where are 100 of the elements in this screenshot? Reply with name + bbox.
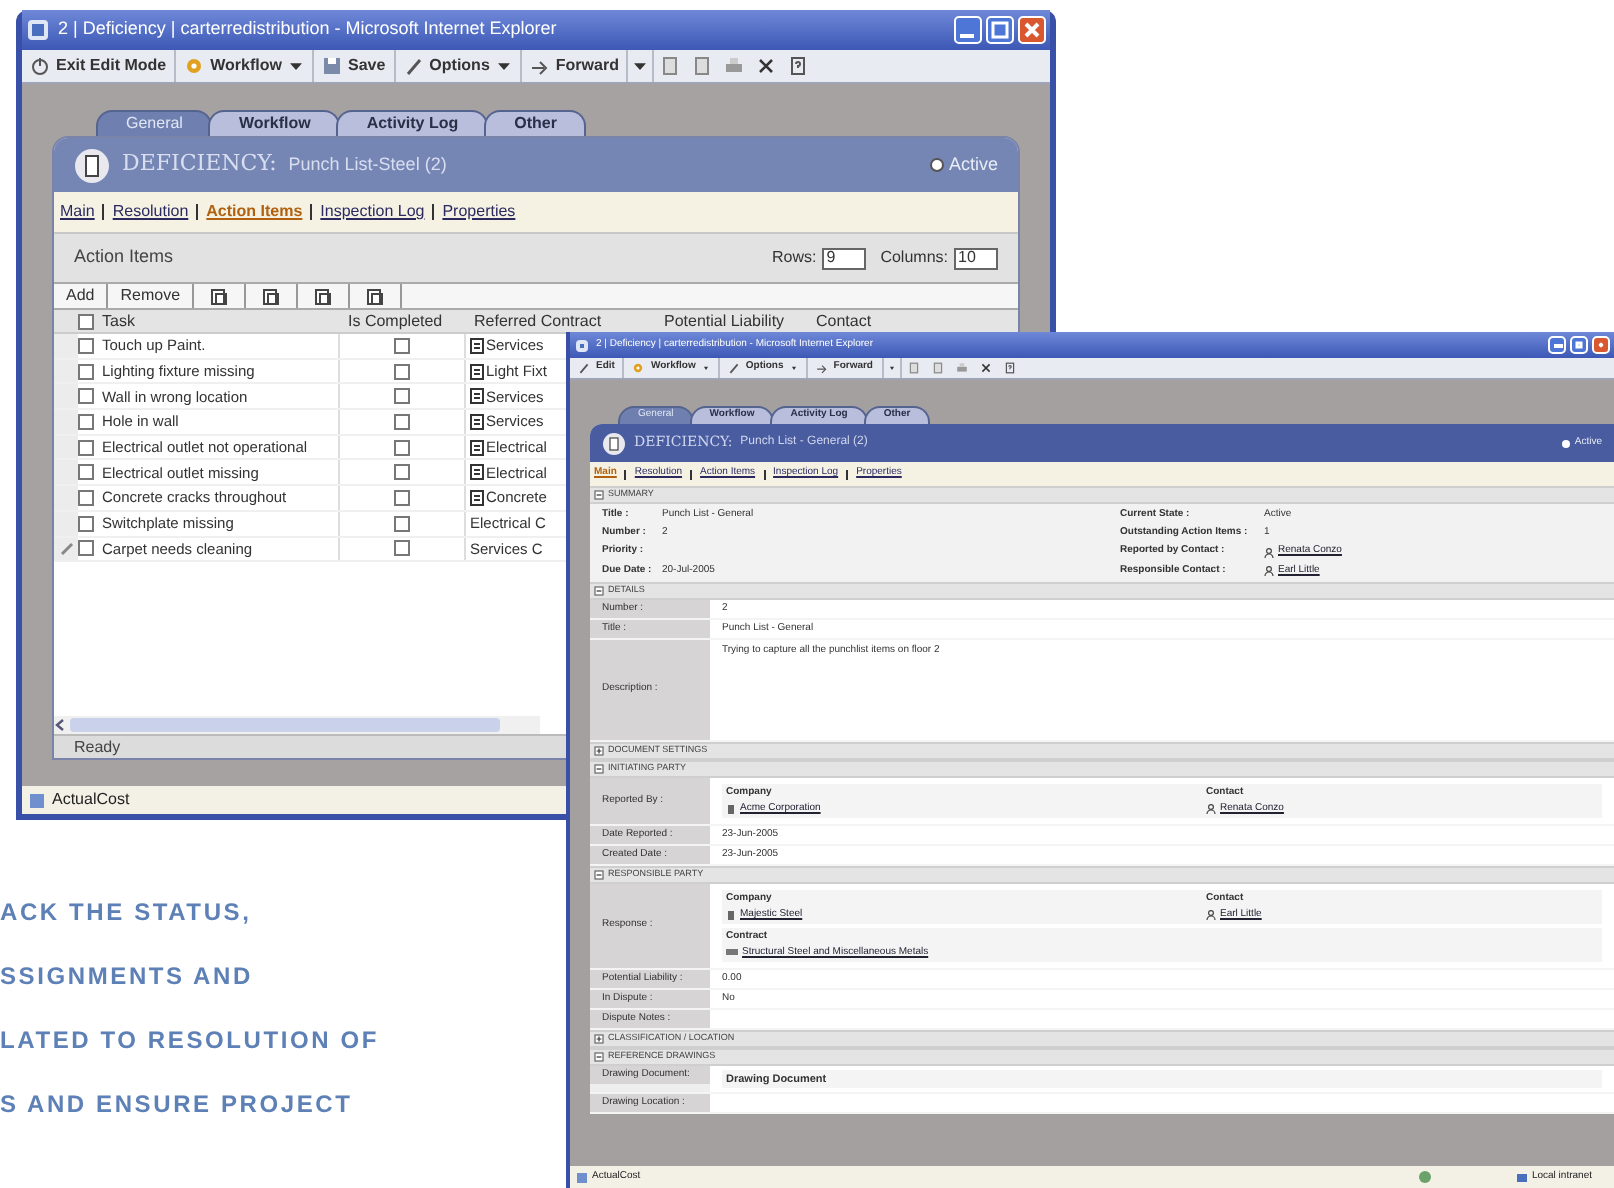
print-icon (724, 56, 745, 76)
page-icon (576, 1171, 588, 1183)
checkbox[interactable] (78, 363, 94, 380)
tab[interactable]: Activity Log (336, 110, 489, 136)
nav-link[interactable]: Action Items (206, 200, 303, 224)
state-label: Active (948, 151, 998, 178)
globe-icon (1417, 1170, 1432, 1184)
close-icon (979, 362, 991, 374)
checkbox[interactable] (78, 413, 94, 430)
pen-icon (727, 362, 740, 374)
checkbox[interactable] (78, 439, 94, 456)
checkbox[interactable] (78, 388, 94, 405)
rows-label: Rows: (771, 246, 817, 270)
toolbar-button[interactable]: Save (313, 50, 396, 82)
row-header-cell[interactable] (54, 435, 78, 459)
toolbar-button[interactable]: Workflow (176, 50, 314, 82)
document-icon (74, 147, 110, 183)
checkbox[interactable] (78, 540, 94, 557)
print-icon (955, 362, 967, 374)
checkbox[interactable] (394, 489, 410, 506)
window-icon (574, 337, 590, 353)
minimize-icon (954, 16, 982, 44)
arrow-icon (815, 362, 828, 374)
row-header-cell[interactable] (54, 511, 78, 535)
help-icon (788, 56, 809, 76)
toolbar-button[interactable]: Forward (521, 50, 629, 82)
page-icon (660, 56, 681, 76)
grid-status: Ready (74, 735, 121, 759)
caption-text: SSIGNMENTS AND (0, 962, 255, 992)
nav-link[interactable]: Resolution (112, 200, 189, 224)
checkbox[interactable] (394, 388, 410, 405)
checkbox[interactable] (78, 313, 94, 329)
dropdown-button[interactable] (628, 50, 655, 82)
window-title: 2 | Deficiency | carterredistribution - Microsoft Internet Explorer (58, 16, 557, 43)
horizontal-scrollbar[interactable] (54, 716, 540, 734)
row-header-cell[interactable] (54, 359, 78, 383)
caret-icon (495, 58, 512, 74)
checkbox[interactable] (394, 337, 410, 354)
row-header-cell[interactable] (54, 410, 78, 434)
checkbox[interactable] (394, 515, 410, 532)
building-icon (726, 803, 736, 814)
column-header: Referred Contract (472, 309, 604, 333)
column-header: Contact (814, 309, 874, 333)
column-header: Task (102, 309, 135, 333)
state-dot-icon (930, 158, 945, 172)
row-header-cell[interactable] (54, 486, 78, 510)
checkbox[interactable] (78, 337, 94, 354)
document-icon (602, 431, 626, 455)
close-icon (1592, 336, 1610, 354)
close-icon (1018, 16, 1046, 44)
scroll-left-icon (54, 718, 66, 732)
row-header-cell[interactable] (54, 334, 78, 358)
status-text: ActualCost (52, 788, 130, 812)
power-icon (30, 56, 50, 76)
column-header: Is Completed (346, 309, 445, 333)
caret-icon (632, 58, 649, 74)
caption-text: ACK THE STATUS, (0, 898, 254, 928)
row-header-cell[interactable] (54, 460, 78, 485)
grid-button[interactable]: Remove (108, 284, 195, 308)
building-icon (726, 909, 736, 920)
scrollbar-thumb[interactable] (70, 718, 500, 732)
page-icon (28, 791, 46, 809)
window-icon (26, 18, 50, 42)
checkbox[interactable] (394, 540, 410, 557)
maximize-icon (986, 16, 1014, 44)
checkbox[interactable] (394, 413, 410, 430)
row-header-cell[interactable] (54, 537, 78, 561)
person-icon (1206, 909, 1216, 920)
tab[interactable]: Other (484, 110, 587, 136)
person-icon (1264, 547, 1274, 558)
page-icon (692, 56, 713, 76)
panel-title: Action Items (74, 244, 174, 271)
row-header-cell[interactable] (54, 384, 78, 409)
tab[interactable]: Workflow (208, 110, 341, 136)
columns-label: Columns: (880, 246, 948, 270)
toolbar-button[interactable]: Options (395, 50, 522, 82)
pen-icon (403, 56, 424, 76)
nav-link[interactable]: Inspection Log (320, 200, 425, 224)
caption-text: S AND ENSURE PROJECT (0, 1090, 355, 1120)
checkbox[interactable] (394, 363, 410, 380)
person-icon (1264, 566, 1274, 577)
close-icon (756, 56, 777, 76)
toolbar-button[interactable]: Exit Edit Mode (22, 50, 177, 82)
checkbox[interactable] (78, 464, 94, 481)
column-header: Potential Liability (662, 309, 787, 333)
checkbox[interactable] (78, 489, 94, 506)
arrow-icon (529, 56, 550, 76)
nav-link[interactable]: Properties (442, 200, 516, 224)
intranet-icon (1515, 1171, 1528, 1183)
checkbox[interactable] (394, 439, 410, 456)
minimize-icon (1548, 336, 1566, 354)
grid-button[interactable]: Add (54, 284, 109, 308)
help-icon (1003, 362, 1015, 374)
nav-link[interactable]: Main (60, 200, 95, 224)
rows-field[interactable]: 9 (822, 247, 867, 269)
checkbox[interactable] (394, 464, 410, 481)
columns-field[interactable]: 10 (954, 247, 998, 269)
caret-icon (887, 364, 895, 372)
checkbox[interactable] (78, 515, 94, 532)
caret-icon (287, 58, 304, 74)
